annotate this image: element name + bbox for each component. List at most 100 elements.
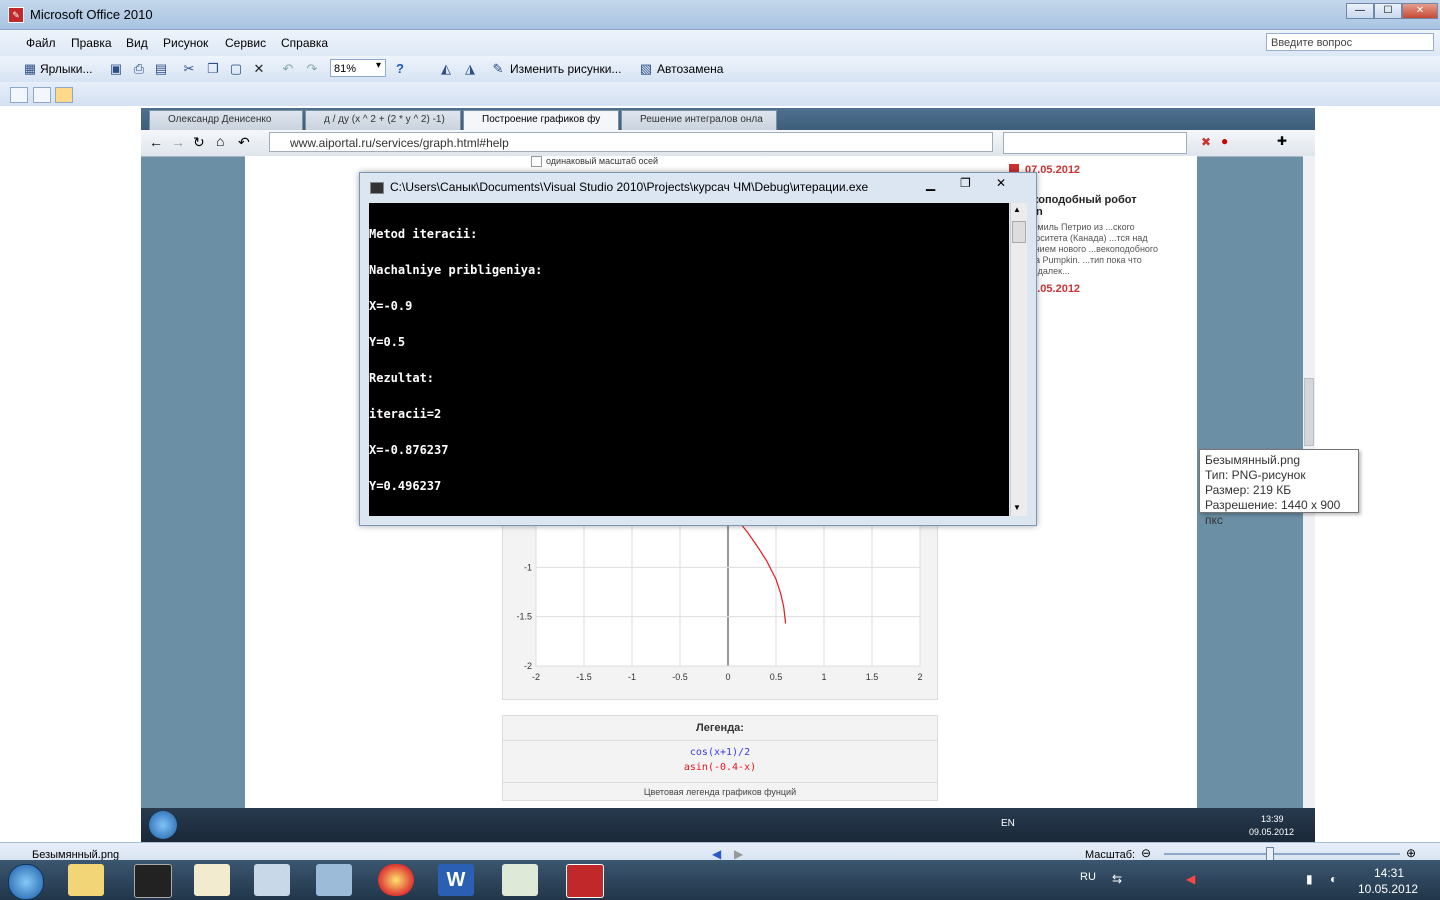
print-preview-icon[interactable]: ▤ <box>153 61 169 77</box>
scroll-down-icon[interactable]: ▼ <box>1013 503 1021 512</box>
redo-icon[interactable]: ↷ <box>304 61 320 77</box>
checkbox-label: одинаковый масштаб осей <box>546 156 659 166</box>
browser-search-input[interactable] <box>1003 132 1187 154</box>
explorer-taskbar-icon[interactable] <box>68 864 104 896</box>
browser-tab[interactable]: Олександр Денисенко <box>149 110 303 130</box>
windows-taskbar: W RU ⇆ ◀ ▮ ◐ 14:31 10.05.2012 <box>0 860 1440 900</box>
paste-icon[interactable]: ▢ <box>228 61 244 77</box>
rotate-left-icon[interactable]: ◭ <box>438 61 454 77</box>
console-close-button[interactable]: ✕ <box>996 176 1006 190</box>
history-icon[interactable]: ↶ <box>238 134 250 151</box>
console-maximize-button[interactable]: ❐ <box>960 176 971 190</box>
autocorrect-icon[interactable]: ▧ <box>638 61 654 77</box>
shortcuts-icon[interactable]: ▦ <box>22 61 38 77</box>
console-line: Rezultat: <box>369 371 435 385</box>
calculator-taskbar-icon[interactable] <box>316 864 352 896</box>
console-minimize-button[interactable]: ▁ <box>926 177 935 191</box>
console-line: Metod iteracii: <box>369 227 478 241</box>
menu-file[interactable]: Файл <box>26 36 56 50</box>
notepad-taskbar-icon[interactable] <box>194 864 230 896</box>
save-icon[interactable]: ▣ <box>108 61 124 77</box>
chrome-taskbar-icon[interactable] <box>378 864 414 896</box>
zoom-slider-thumb[interactable] <box>1266 847 1274 861</box>
visual-studio-taskbar-icon[interactable] <box>502 864 538 896</box>
language-indicator[interactable]: EN <box>1001 818 1015 829</box>
menu-help[interactable]: Справка <box>281 36 328 50</box>
filmstrip-view-icon[interactable] <box>33 87 51 103</box>
y-tick-label: -1.5 <box>516 612 532 622</box>
x-tick-label: -1 <box>628 672 636 682</box>
zoom-in-icon[interactable]: ⊕ <box>1406 846 1416 860</box>
console-text: Metod iteracii: Nachalniye pribligeniya:… <box>369 204 999 516</box>
undo-icon[interactable]: ↶ <box>280 61 296 77</box>
menu-picture[interactable]: Рисунок <box>163 36 208 50</box>
clock-date: 09.05.2012 <box>1249 827 1295 837</box>
scroll-up-icon[interactable]: ▲ <box>1013 205 1021 214</box>
console-line: X=-0.876237 <box>369 443 449 457</box>
app-taskbar-icon[interactable] <box>134 864 172 898</box>
edit-pictures-icon[interactable]: ✎ <box>490 61 506 77</box>
word-taskbar-icon[interactable]: W <box>438 864 474 896</box>
delete-icon[interactable]: ✕ <box>251 61 267 77</box>
help-icon[interactable]: ? <box>392 61 408 77</box>
copy-icon[interactable]: ❐ <box>205 61 221 77</box>
thumbnails-view-icon[interactable] <box>10 87 28 103</box>
opera-icon[interactable]: ● <box>1221 134 1228 148</box>
single-view-icon[interactable] <box>55 87 73 103</box>
console-line: Y=0.496237 <box>369 479 442 493</box>
autocorrect-button[interactable]: Автозамена <box>657 62 723 76</box>
start-button[interactable] <box>8 864 44 900</box>
scrollbar-thumb[interactable] <box>1304 378 1314 446</box>
forward-icon[interactable]: → <box>171 134 185 150</box>
home-icon[interactable]: ⌂ <box>216 133 224 149</box>
minimize-button[interactable]: — <box>1346 3 1374 19</box>
print-icon[interactable]: ⎙ <box>131 61 147 77</box>
volume-icon[interactable]: ◐ <box>1330 872 1337 886</box>
addon-icon[interactable]: ✖ <box>1201 135 1211 149</box>
edit-pictures-button[interactable]: Изменить рисунки... <box>510 62 621 76</box>
console-output: Metod iteracii: Nachalniye pribligeniya:… <box>369 203 1009 516</box>
zoom-out-icon[interactable]: ⊖ <box>1141 846 1151 860</box>
function-plot: -2-1.5-1-0.500.511.52-0.5-1-1.5-2 <box>516 508 923 682</box>
url-input[interactable]: www.aiportal.ru/services/graph.html#help <box>269 132 993 152</box>
browser-tab[interactable]: д / ду (x ^ 2 + (2 * y ^ 2) -1) <box>305 110 461 130</box>
chevron-down-icon[interactable]: ▾ <box>376 60 381 71</box>
close-button[interactable]: ✕ <box>1402 3 1438 19</box>
zoom-slider[interactable] <box>1164 853 1400 855</box>
menu-tools[interactable]: Сервис <box>225 36 266 50</box>
file-tooltip: Безымянный.png Тип: PNG-рисунок Размер: … <box>1199 449 1359 527</box>
console-icon <box>370 182 384 194</box>
menu-edit[interactable]: Правка <box>71 36 112 50</box>
next-image-icon[interactable]: ▶ <box>734 847 743 861</box>
console-title: C:\Users\Санык\Documents\Visual Studio 2… <box>390 180 869 194</box>
shortcuts-button[interactable]: Ярлыки... <box>40 62 93 76</box>
reload-icon[interactable]: ↻ <box>193 134 205 151</box>
x-tick-label: 1 <box>821 672 826 682</box>
legend-title: Легенда: <box>503 716 937 741</box>
browser-tab-active[interactable]: Построение графиков фу <box>463 110 619 130</box>
tray-volume-icon[interactable]: ◀ <box>1186 872 1195 886</box>
menu-view[interactable]: Вид <box>126 36 148 50</box>
back-icon[interactable]: ← <box>149 134 163 150</box>
paint-taskbar-icon[interactable] <box>254 864 290 896</box>
legend-box: Легенда: cos(x+1)/2 asin(-0.4-x) Цветова… <box>502 715 938 801</box>
wrench-icon[interactable]: ✚ <box>1277 134 1287 148</box>
console-window[interactable]: C:\Users\Санык\Documents\Visual Studio 2… <box>359 172 1037 526</box>
rotate-right-icon[interactable]: ◮ <box>462 61 478 77</box>
tray-icon[interactable]: ⇆ <box>1112 872 1122 886</box>
scale-checkbox[interactable] <box>531 156 542 167</box>
start-button[interactable] <box>149 811 177 839</box>
signal-icon[interactable]: ▮ <box>1306 872 1313 886</box>
prev-image-icon[interactable]: ◀ <box>712 847 721 861</box>
x-tick-label: 1.5 <box>866 672 879 682</box>
console-scrollbar[interactable]: ▲ ▼ <box>1010 203 1027 516</box>
console-scroll-thumb[interactable] <box>1012 221 1026 243</box>
cut-icon[interactable]: ✂ <box>181 61 197 77</box>
tooltip-type: Тип: PNG-рисунок <box>1205 468 1306 482</box>
office-picture-taskbar-icon[interactable] <box>566 864 604 898</box>
calendar-icon <box>1009 164 1019 172</box>
language-indicator[interactable]: RU <box>1080 871 1096 883</box>
maximize-button[interactable]: ☐ <box>1374 3 1402 19</box>
ask-question-input[interactable]: Введите вопрос <box>1266 33 1434 51</box>
browser-tab[interactable]: Решение интегралов онла <box>621 110 777 130</box>
